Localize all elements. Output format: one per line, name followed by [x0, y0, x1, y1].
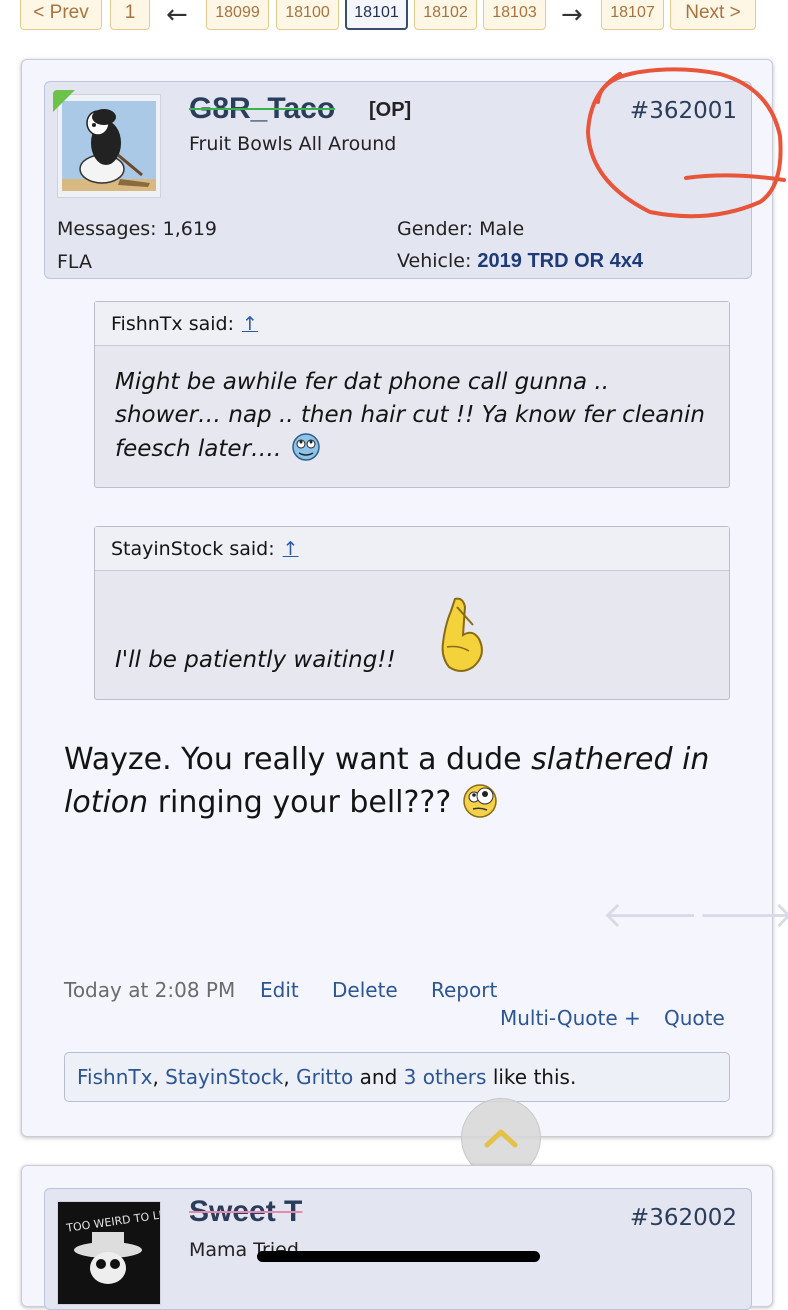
pagination: < Prev 1 ← 18099 18100 18101 18102 18103… [0, 0, 788, 36]
messages-label: Messages: [57, 218, 157, 240]
post-number-link[interactable]: #362002 [630, 1205, 737, 1231]
quote-text: Might be awhile fer dat phone call gunna… [95, 346, 729, 466]
quote-link[interactable]: Quote [664, 1006, 725, 1030]
page-button[interactable]: 18099 [206, 0, 269, 30]
gender-value: Male [479, 218, 525, 240]
messages-stat: Messages: 1,619 [57, 218, 217, 240]
gender-label: Gender: [397, 218, 474, 240]
quote-header: FishnTx said: ↑ [95, 302, 729, 346]
multi-quote-link[interactable]: Multi-Quote + [500, 1006, 641, 1030]
current-page-button[interactable]: 18101 [345, 0, 408, 30]
likes-and: and [359, 1065, 398, 1089]
liker-link[interactable]: FishnTx [77, 1065, 152, 1089]
jump-to-quote-icon[interactable]: ↑ [242, 313, 258, 335]
likes-suffix: like this. [492, 1065, 577, 1089]
quote-text-content: Might be awhile fer dat phone call gunna… [115, 369, 705, 462]
user-title: Fruit Bowls All Around [189, 133, 397, 155]
quote-header: StayinStock said: ↑ [95, 527, 729, 571]
page-button[interactable]: 18100 [276, 0, 339, 30]
quote-text: I'll be patiently waiting!! [95, 571, 729, 677]
vehicle-label: Vehicle: [397, 250, 472, 272]
message-text-end: ringing your bell??? [148, 785, 452, 820]
skull-avatar-icon: TOO WEIRD TO LIVE [58, 1202, 177, 1304]
quote-author: FishnTx said: [111, 312, 234, 335]
post-timestamp: Today at 2:08 PM [64, 978, 236, 1002]
page-button[interactable]: 18102 [414, 0, 477, 30]
prev-page-button[interactable]: < Prev [20, 0, 102, 30]
page-button[interactable]: 18103 [483, 0, 546, 30]
online-badge [53, 90, 75, 112]
op-badge: [OP] [369, 99, 412, 121]
post-message: Wayze. You really want a dude slathered … [64, 738, 734, 824]
edit-link[interactable]: Edit [260, 978, 299, 1002]
messages-value: 1,619 [162, 218, 218, 240]
location: FLA [57, 251, 92, 273]
left-arrow-icon: ← [166, 0, 188, 30]
quote-author: StayinStock said: [111, 537, 275, 560]
crossed-fingers-emoji-icon [441, 597, 483, 672]
rolling-eyes-emoji-icon [291, 433, 320, 461]
username-link[interactable]: Sweet T [189, 1195, 302, 1229]
username-link[interactable]: G8R_Taco [189, 92, 335, 126]
right-arrow-icon: → [561, 0, 583, 30]
gender-stat: Gender: Male [397, 218, 524, 240]
message-text: Wayze. You really want a dude [64, 742, 532, 777]
likes-summary: FishnTx, StayinStock, Gritto and 3 other… [64, 1052, 730, 1102]
post-card: TOO WEIRD TO LIVE Sweet T Mama Tried #36… [21, 1165, 773, 1310]
eyeroll-emoji-icon [463, 784, 497, 818]
page-last-button[interactable]: 18107 [601, 0, 664, 30]
chevron-up-icon [484, 1129, 518, 1148]
page-1-button[interactable]: 1 [110, 0, 150, 30]
red-annotation-scribble [585, 67, 786, 219]
likes-others-link[interactable]: 3 others [404, 1065, 487, 1089]
quote-text-content: I'll be patiently waiting!! [115, 647, 396, 673]
quote-block: FishnTx said: ↑ Might be awhile fer dat … [94, 301, 730, 488]
home-indicator [257, 1251, 540, 1262]
user-info-block: TOO WEIRD TO LIVE Sweet T Mama Tried #36… [44, 1188, 752, 1310]
delete-link[interactable]: Delete [332, 978, 398, 1002]
report-link[interactable]: Report [431, 978, 497, 1002]
quote-block: StayinStock said: ↑ I'll be patiently wa… [94, 526, 730, 700]
vehicle-stat: Vehicle: 2019 TRD OR 4x4 [397, 250, 643, 273]
jump-to-quote-icon[interactable]: ↑ [283, 538, 299, 560]
previous-post-arrow-icon[interactable]: 🡐 [602, 892, 699, 936]
next-post-arrow-icon[interactable]: 🡒 [698, 892, 788, 936]
liker-link[interactable]: Gritto [296, 1065, 353, 1089]
next-page-button[interactable]: Next > [670, 0, 756, 30]
liker-link[interactable]: StayinStock [165, 1065, 283, 1089]
avatar[interactable]: TOO WEIRD TO LIVE [57, 1201, 177, 1305]
vehicle-value: 2019 TRD OR 4x4 [477, 250, 644, 272]
